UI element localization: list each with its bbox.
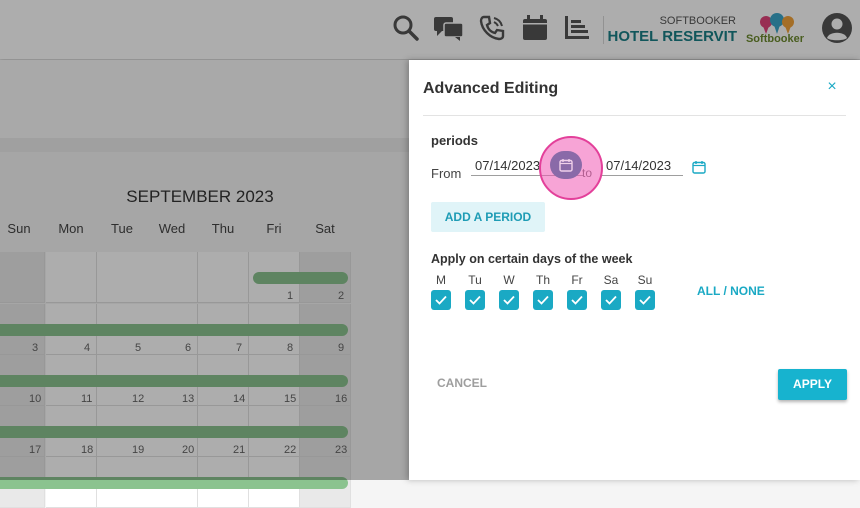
panel-title: Advanced Editing <box>423 80 559 97</box>
weekday-checkbox[interactable] <box>499 290 519 310</box>
weekday-checkbox[interactable] <box>431 290 451 310</box>
weekday-checkbox[interactable] <box>567 290 587 310</box>
advanced-editing-panel: Advanced Editing × periods From to ADD A… <box>409 60 860 480</box>
weekday-letter: Fr <box>571 273 583 287</box>
add-period-button[interactable]: ADD A PERIOD <box>431 202 545 232</box>
panel-divider <box>423 115 846 116</box>
weekday-letter: M <box>436 273 446 287</box>
weekday-letter: Sa <box>603 273 619 287</box>
close-icon[interactable]: × <box>823 78 841 96</box>
weekday-letter: Su <box>637 273 653 287</box>
from-label: From <box>431 166 462 181</box>
date-picker-button[interactable] <box>550 151 582 179</box>
weekday-checkbox[interactable] <box>635 290 655 310</box>
calendar-picker-icon <box>559 159 573 172</box>
days-of-week-label: Apply on certain days of the week <box>431 252 633 266</box>
weekday-letter: W <box>503 273 515 287</box>
weekday-letter: Tu <box>468 273 482 287</box>
apply-button[interactable]: APPLY <box>778 369 847 400</box>
cancel-button[interactable]: CANCEL <box>437 376 487 390</box>
periods-label: periods <box>431 133 478 148</box>
all-none-toggle[interactable]: ALL / NONE <box>697 284 765 298</box>
calendar-picker-icon[interactable] <box>692 160 706 174</box>
weekday-checkbox[interactable] <box>465 290 485 310</box>
weekday-checkbox[interactable] <box>533 290 553 310</box>
to-date-input[interactable] <box>602 156 683 176</box>
weekday-letter: Th <box>535 273 550 287</box>
weekday-checkbox[interactable] <box>601 290 621 310</box>
